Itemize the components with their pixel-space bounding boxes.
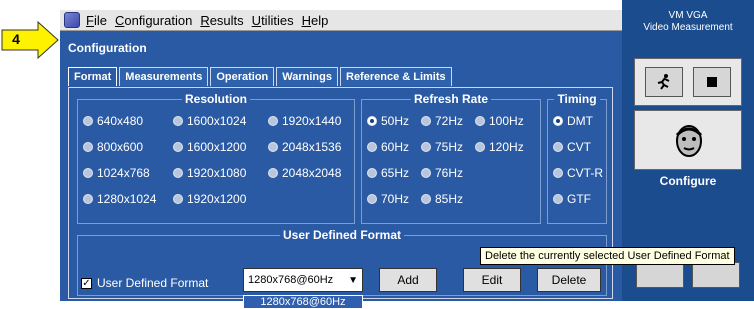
- resolution-800x600[interactable]: 800x600: [83, 140, 143, 154]
- refresh-rate-legend: Refresh Rate: [413, 92, 489, 106]
- callout-number: 4: [12, 31, 20, 47]
- resolution-1920x1080[interactable]: 1920x1080: [173, 166, 246, 180]
- delete-tooltip: Delete the currently selected User Defin…: [480, 247, 735, 265]
- configure-button[interactable]: [634, 110, 742, 170]
- resolution-1024x768[interactable]: 1024x768: [83, 166, 150, 180]
- timing-dmt[interactable]: DMT: [553, 114, 593, 128]
- runner-icon: [657, 74, 670, 90]
- resolution-legend: Resolution: [185, 92, 247, 106]
- resolution-1600x1024[interactable]: 1600x1024: [173, 114, 246, 128]
- dropdown-arrow-icon: ▼: [348, 274, 358, 286]
- refresh-65hz[interactable]: 65Hz: [367, 166, 409, 180]
- timing-gtf[interactable]: GTF: [553, 192, 591, 206]
- exit-button[interactable]: [636, 262, 684, 288]
- resolution-1920x1200[interactable]: 1920x1200: [173, 192, 246, 206]
- udf-checkbox-label: User Defined Format: [97, 276, 209, 290]
- refresh-70hz[interactable]: 70Hz: [367, 192, 409, 206]
- resolution-1600x1200[interactable]: 1600x1200: [173, 140, 246, 154]
- refresh-85hz[interactable]: 85Hz: [421, 192, 463, 206]
- tab-warnings[interactable]: Warnings: [276, 67, 338, 86]
- brand-text: VM VGA Video Measurement: [643, 10, 733, 33]
- timing-cvt[interactable]: CVT: [553, 140, 591, 154]
- stop-icon: [707, 77, 717, 87]
- resolution-640x480[interactable]: 640x480: [83, 114, 143, 128]
- udf-dropdown-item[interactable]: 1280x768@60Hz: [243, 295, 363, 309]
- delete-button[interactable]: Delete: [537, 268, 601, 292]
- tab-operation[interactable]: Operation: [210, 67, 275, 86]
- add-button[interactable]: Add: [379, 268, 437, 292]
- refresh-120hz[interactable]: 120Hz: [475, 140, 524, 154]
- udf-select-value: 1280x768@60Hz: [248, 274, 334, 286]
- udf-checkbox[interactable]: ✓: [81, 277, 92, 289]
- app-window: File Configuration Results Utilities Hel…: [60, 0, 754, 309]
- face-icon: [675, 125, 703, 157]
- run-button[interactable]: [645, 67, 683, 97]
- menu-utilities[interactable]: Utilities: [252, 13, 302, 28]
- udf-checkbox-row[interactable]: ✓ User Defined Format: [81, 276, 208, 290]
- resolution-2048x1536[interactable]: 2048x1536: [268, 140, 341, 154]
- refresh-60hz[interactable]: 60Hz: [367, 140, 409, 154]
- menu-file[interactable]: File: [86, 13, 115, 28]
- refresh-50hz[interactable]: 50Hz: [367, 114, 409, 128]
- tab-measurements[interactable]: Measurements: [119, 67, 209, 86]
- tab-reference-limits[interactable]: Reference & Limits: [340, 67, 452, 86]
- menu-help[interactable]: Help: [302, 13, 337, 28]
- menu-bar: File Configuration Results Utilities Hel…: [60, 10, 622, 31]
- panel-title: Configuration: [68, 41, 147, 55]
- edit-button[interactable]: Edit: [463, 268, 521, 292]
- refresh-100hz[interactable]: 100Hz: [475, 114, 524, 128]
- udf-legend: User Defined Format: [282, 228, 402, 242]
- refresh-72hz[interactable]: 72Hz: [421, 114, 463, 128]
- menu-results[interactable]: Results: [200, 13, 251, 28]
- resolution-2048x2048[interactable]: 2048x2048: [268, 166, 341, 180]
- resolution-1280x1024[interactable]: 1280x1024: [83, 192, 156, 206]
- tab-format[interactable]: Format: [68, 67, 118, 86]
- refresh-76hz[interactable]: 76Hz: [421, 166, 463, 180]
- hide-button[interactable]: [692, 262, 740, 288]
- timing-legend: Timing: [557, 92, 597, 106]
- configure-label: Configure: [659, 174, 717, 188]
- timing-cvt-r[interactable]: CVT-R: [553, 166, 603, 180]
- stop-button[interactable]: [693, 67, 731, 97]
- app-icon[interactable]: [64, 12, 80, 28]
- run-stop-panel: [634, 58, 742, 106]
- menu-configuration[interactable]: Configuration: [115, 13, 200, 28]
- udf-format-select[interactable]: 1280x768@60Hz ▼: [243, 268, 363, 292]
- refresh-75hz[interactable]: 75Hz: [421, 140, 463, 154]
- resolution-1920x1440[interactable]: 1920x1440: [268, 114, 341, 128]
- format-tab-panel: Resolution 640x480 1600x1024 1920x1440 8…: [68, 87, 613, 309]
- tab-bar: Format Measurements Operation Warnings R…: [68, 67, 452, 86]
